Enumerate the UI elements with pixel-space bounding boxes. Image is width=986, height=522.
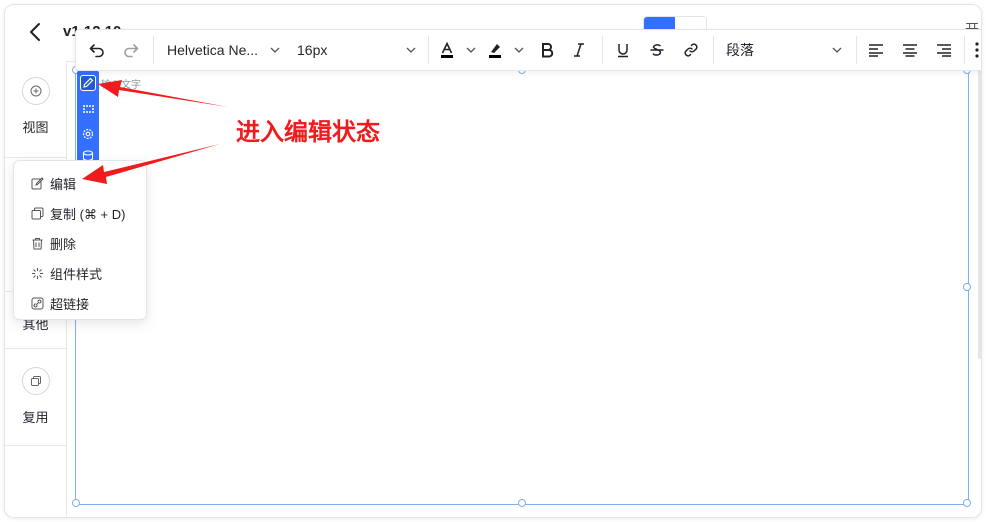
underline-button[interactable] <box>612 30 634 70</box>
menu-item-label: 复制 (⌘ + D) <box>50 206 126 222</box>
menu-item-delete[interactable]: 删除 <box>14 228 146 258</box>
toolbar-divider <box>428 36 429 64</box>
italic-icon <box>574 43 584 57</box>
redo-icon <box>124 44 139 58</box>
annotation-label: 进入编辑状态 <box>236 119 380 146</box>
chevron-down-icon <box>406 47 416 53</box>
menu-item-component-style[interactable]: 组件样式 <box>14 258 146 288</box>
font-family-value: Helvetica Ne... <box>167 42 259 58</box>
align-right-button[interactable] <box>932 30 956 70</box>
sidebar-item-view[interactable]: 视图 <box>5 61 66 158</box>
paragraph-style-select[interactable]: 段落 <box>722 30 848 70</box>
resize-handle-bottom-left[interactable] <box>72 499 80 507</box>
font-family-select[interactable]: Helvetica Ne... <box>162 30 286 70</box>
strikethrough-button[interactable] <box>646 30 668 70</box>
more-options-button[interactable] <box>970 30 981 70</box>
underline-icon <box>618 44 628 58</box>
trash-icon <box>32 237 43 249</box>
align-left-icon <box>869 44 883 57</box>
menu-item-edit[interactable]: 编辑 <box>14 168 146 198</box>
menu-item-label: 删除 <box>50 236 77 252</box>
link-icon <box>684 43 698 57</box>
sidebar-item-reuse[interactable]: 复用 <box>5 349 66 446</box>
vertical-scrollbar[interactable] <box>978 69 981 359</box>
chevron-down-icon[interactable] <box>466 45 476 55</box>
settings-gear-icon[interactable] <box>81 127 95 141</box>
app-window: v1.12.10 开 视图 其他 复用 输入文字 <box>4 4 982 518</box>
menu-item-duplicate[interactable]: 复制 (⌘ + D) <box>14 198 146 228</box>
sidebar-item-label: 复用 <box>22 410 49 425</box>
bold-icon <box>542 43 554 58</box>
resize-handle-bottom[interactable] <box>518 499 526 507</box>
paragraph-style-value: 段落 <box>726 42 754 58</box>
hyperlink-button[interactable] <box>680 30 702 70</box>
highlight-color-button[interactable] <box>484 30 506 70</box>
toolbar-divider <box>153 36 154 64</box>
menu-item-label: 编辑 <box>50 176 77 192</box>
toolbar-divider <box>602 36 603 64</box>
drag-grid-icon[interactable] <box>81 102 95 116</box>
more-vertical-icon <box>975 42 979 58</box>
font-size-value: 16px <box>297 42 328 58</box>
italic-button[interactable] <box>568 30 590 70</box>
chevron-down-icon[interactable] <box>514 45 524 55</box>
style-sparkle-icon <box>32 267 43 279</box>
resize-handle-right[interactable] <box>963 283 971 291</box>
chevron-down-icon <box>832 47 842 53</box>
back-arrow-icon[interactable] <box>25 21 47 43</box>
edit-mode-icon[interactable] <box>80 75 96 91</box>
toolbar-divider <box>856 36 857 64</box>
chevron-down-icon <box>270 47 280 53</box>
toolbar-divider <box>964 36 965 64</box>
undo-icon <box>89 44 104 58</box>
toolbar-divider <box>713 36 714 64</box>
format-toolbar: Helvetica Ne... 16px 段落 <box>75 29 981 71</box>
link-icon <box>31 297 44 309</box>
menu-item-label: 组件样式 <box>50 266 103 282</box>
resize-handle-bottom-right[interactable] <box>963 499 971 507</box>
copy-icon <box>31 207 44 219</box>
text-color-button[interactable] <box>436 30 458 70</box>
bold-button[interactable] <box>536 30 558 70</box>
redo-button[interactable] <box>118 30 144 70</box>
strikethrough-icon <box>650 44 664 56</box>
plus-circle-icon <box>21 77 50 105</box>
align-right-icon <box>937 44 951 57</box>
menu-item-hyperlink[interactable]: 超链接 <box>14 288 146 318</box>
edit-icon <box>31 176 44 189</box>
component-action-strip <box>77 71 99 163</box>
align-center-button[interactable] <box>898 30 922 70</box>
copy-circle-icon <box>21 367 50 395</box>
text-color-icon <box>441 41 453 58</box>
sidebar-item-label: 视图 <box>22 120 49 135</box>
undo-button[interactable] <box>84 30 110 70</box>
align-left-button[interactable] <box>864 30 888 70</box>
menu-item-label: 超链接 <box>50 296 90 312</box>
editor-placeholder[interactable]: 输入文字 <box>101 76 141 91</box>
font-size-select[interactable]: 16px <box>292 30 420 70</box>
align-center-icon <box>903 44 917 57</box>
highlighter-icon <box>489 44 501 58</box>
component-context-menu: 编辑 复制 (⌘ + D) 删除 组件样式 超链接 <box>13 160 147 320</box>
text-component-frame[interactable] <box>75 69 969 505</box>
